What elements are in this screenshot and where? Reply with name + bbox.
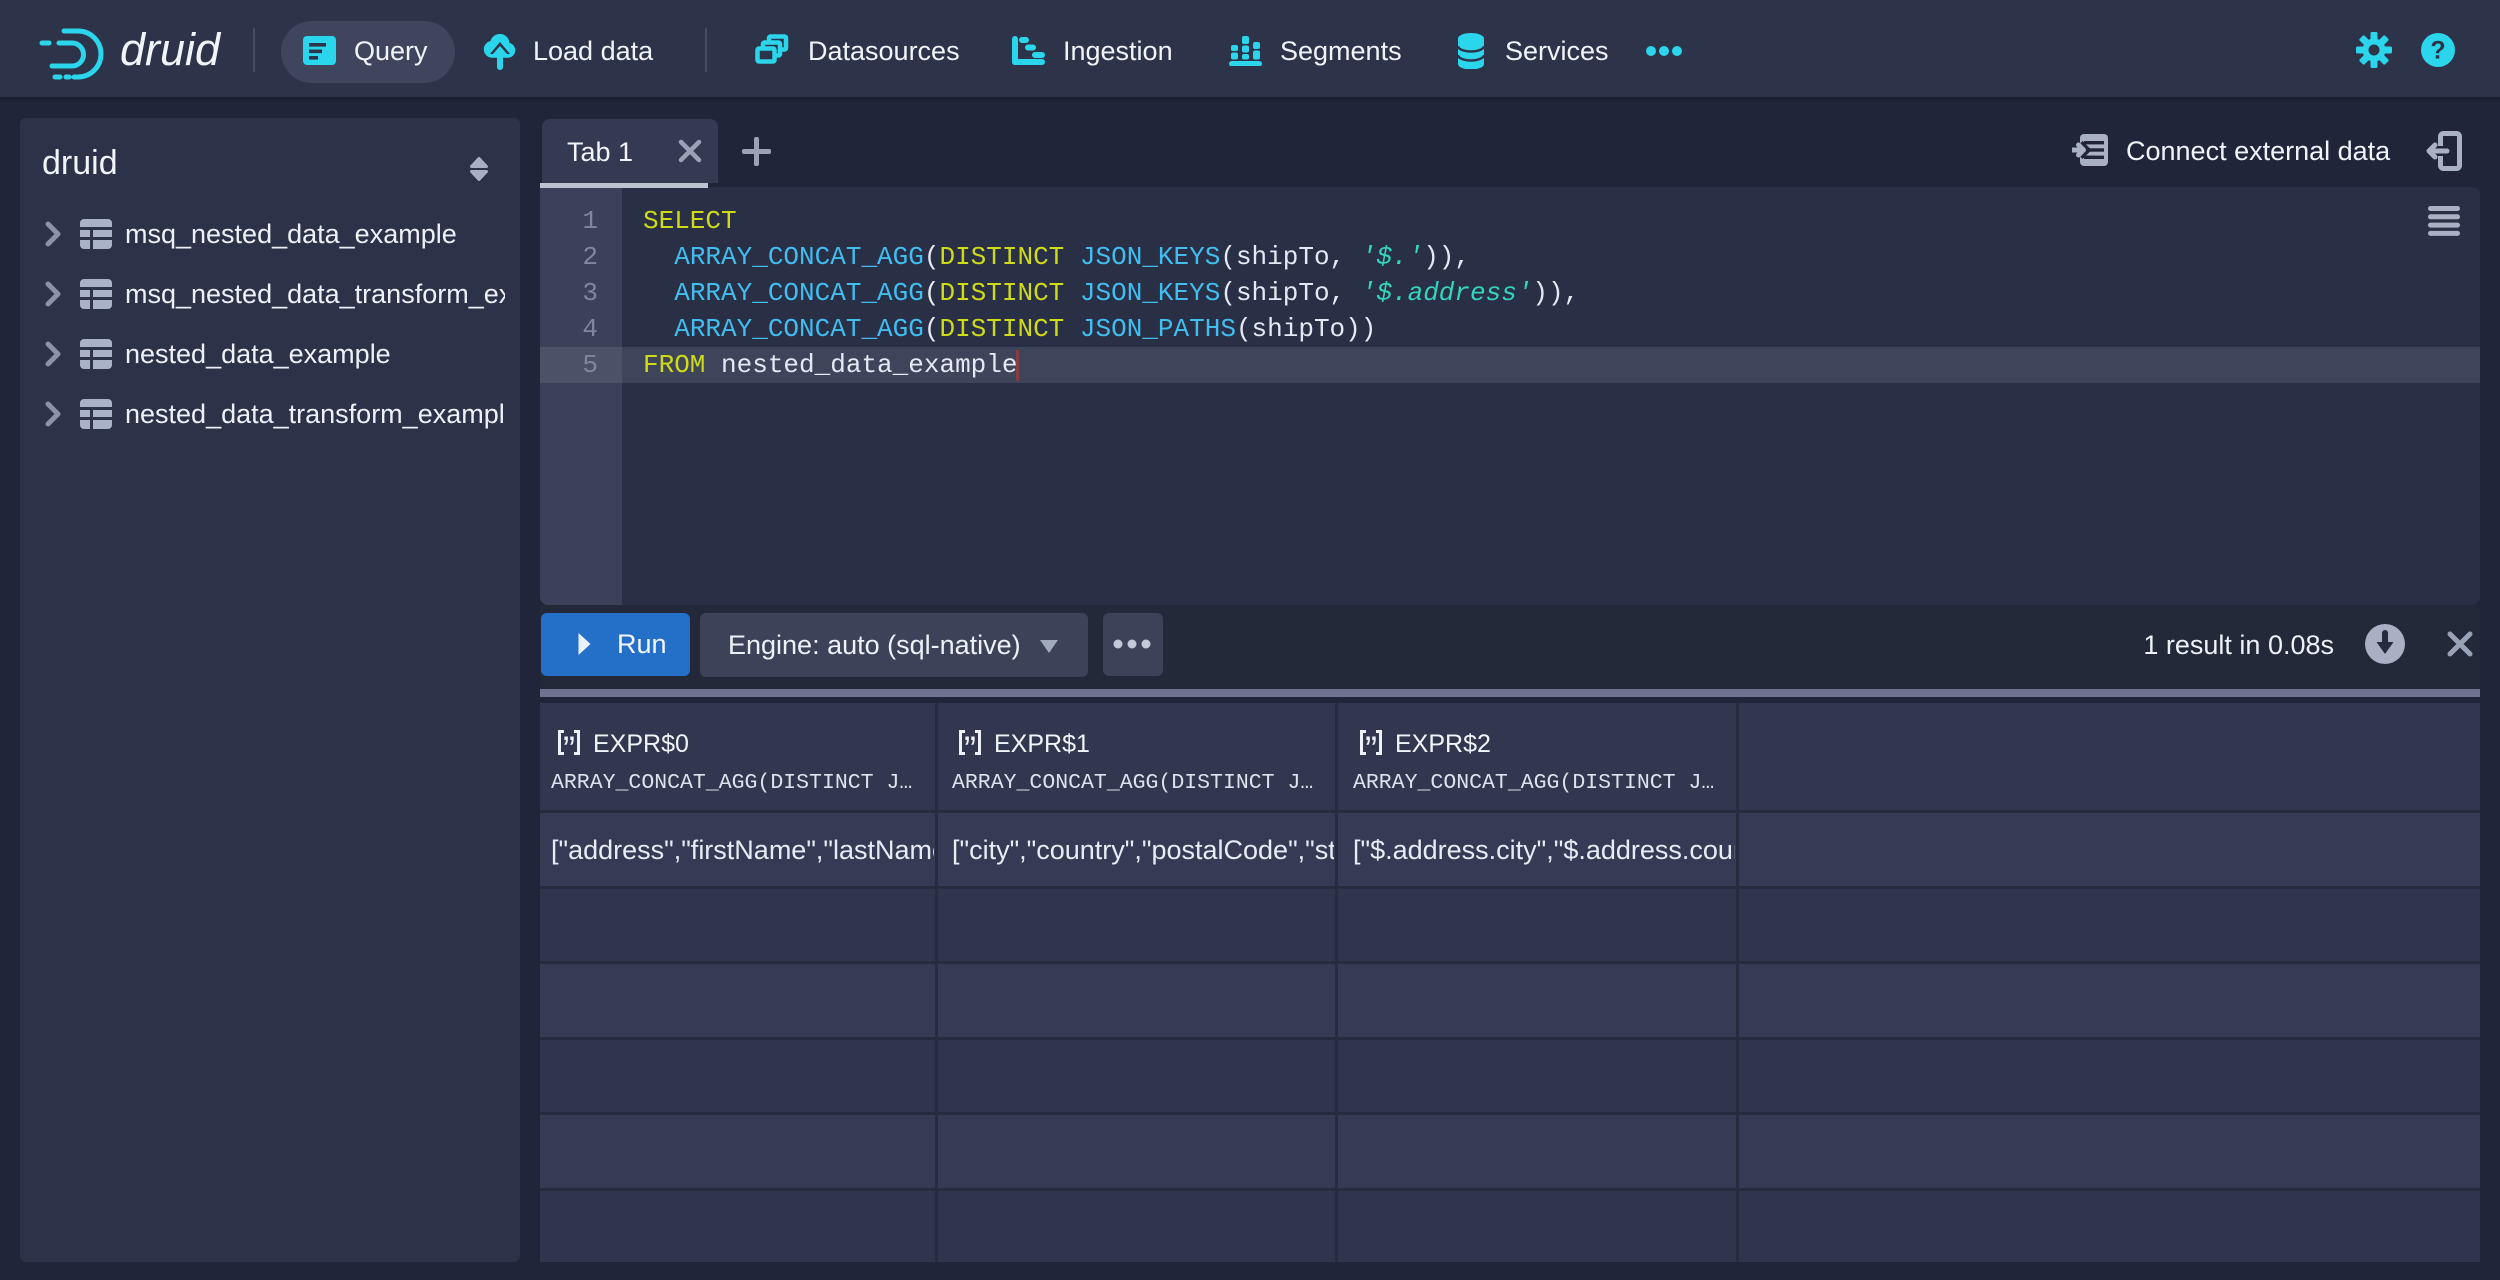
svg-text:”: ” — [563, 729, 575, 756]
svg-text:?: ? — [2430, 37, 2445, 65]
svg-text:”: ” — [964, 729, 976, 756]
svg-text:”: ” — [1365, 729, 1377, 756]
